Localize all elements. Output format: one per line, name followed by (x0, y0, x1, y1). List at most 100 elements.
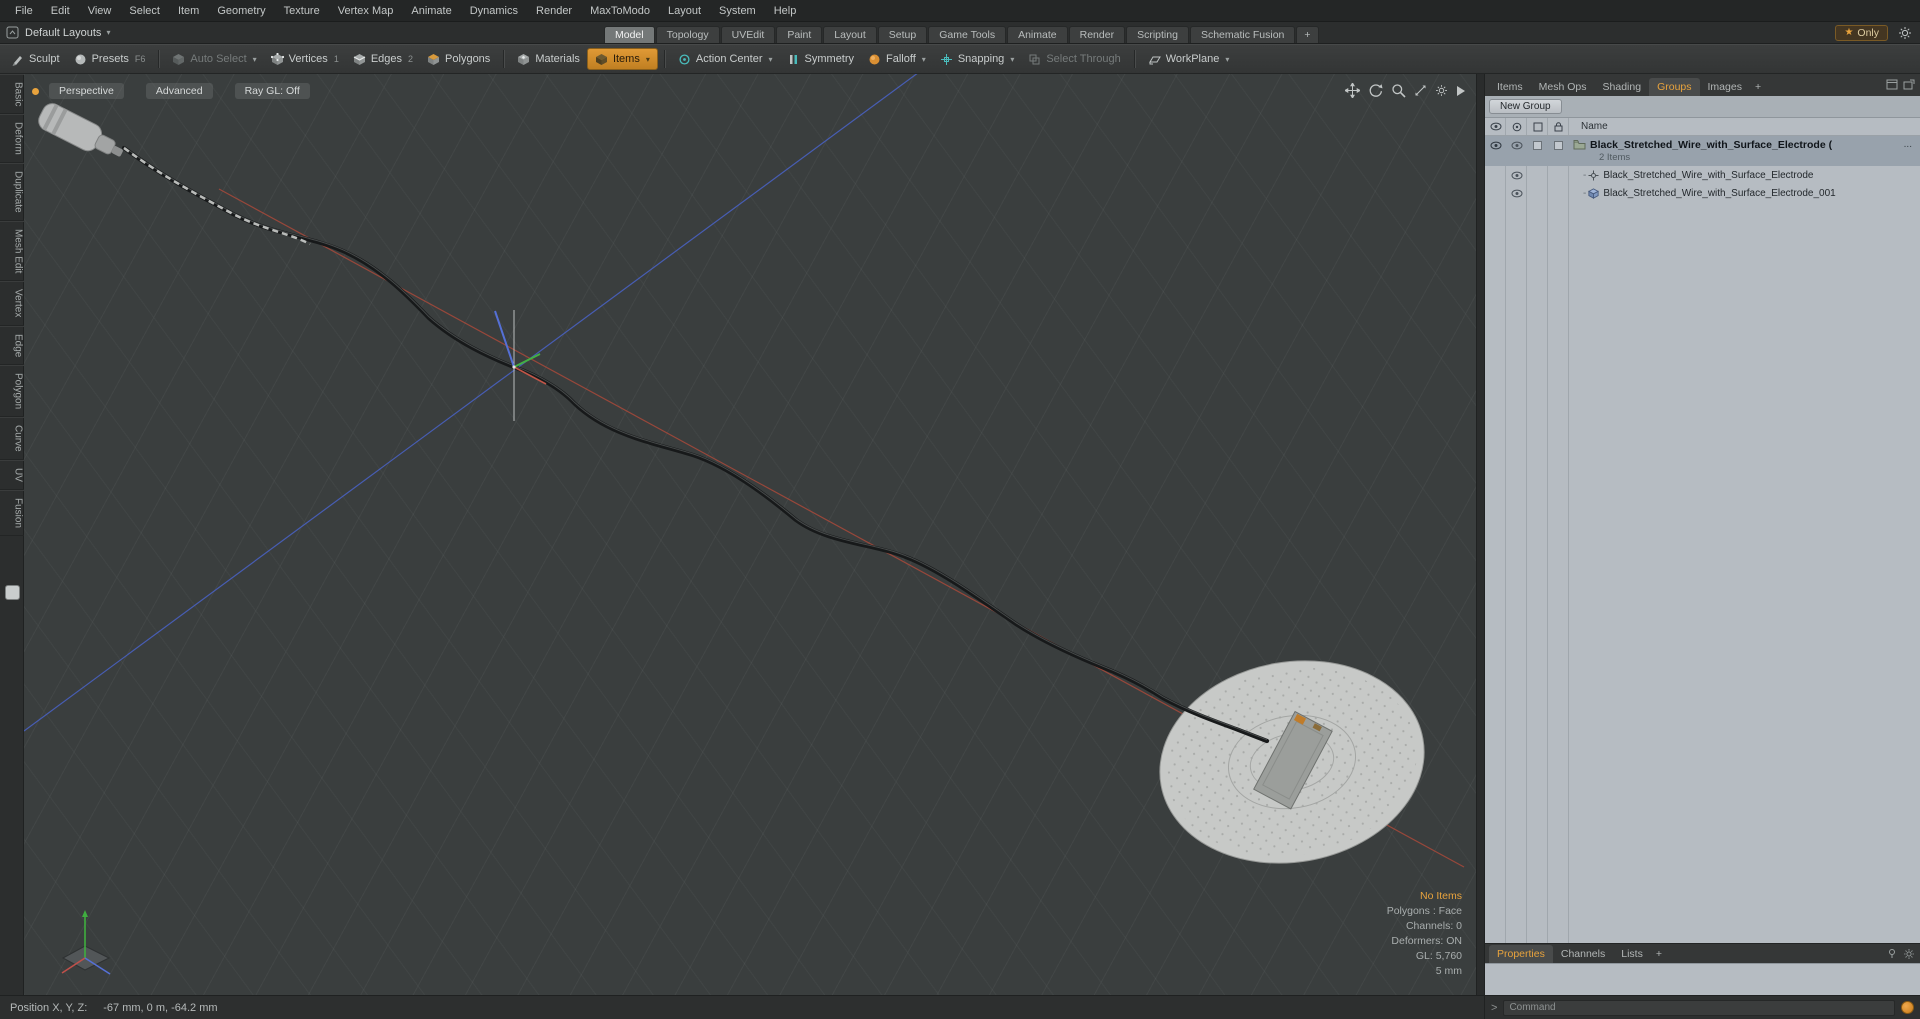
left-tab-curve[interactable]: Curve (0, 417, 24, 460)
layout-preset-dropdown[interactable]: Default Layouts ▾ (25, 27, 110, 39)
tab-uvedit[interactable]: UVEdit (720, 26, 776, 43)
materials-mode-button[interactable]: Materials (510, 48, 587, 70)
presets-button[interactable]: Presets F6 (67, 48, 153, 70)
falloff-button[interactable]: Falloff ▾ (861, 48, 933, 70)
raygl-toggle-button[interactable]: Ray GL: Off (234, 83, 310, 99)
left-tab-polygon[interactable]: Polygon (0, 365, 24, 418)
snapping-button[interactable]: Snapping ▾ (933, 48, 1022, 70)
menu-animate[interactable]: Animate (402, 5, 460, 17)
tab-lists[interactable]: Lists (1613, 945, 1651, 963)
perspective-view-button[interactable]: Perspective (49, 83, 124, 99)
auto-select-button[interactable]: Auto Select ▾ (165, 48, 263, 70)
layout-switch-icon[interactable] (6, 26, 19, 39)
tab-model[interactable]: Model (604, 26, 655, 43)
zoom-tool-icon[interactable] (1391, 83, 1406, 98)
menu-help[interactable]: Help (765, 5, 806, 17)
tab-groups[interactable]: Groups (1649, 78, 1700, 96)
visibility-eye-icon[interactable] (1511, 189, 1523, 198)
left-tab-vertex[interactable]: Vertex (0, 281, 24, 326)
items-mode-button[interactable]: Items ▾ (586, 48, 658, 70)
left-tab-fusion[interactable]: Fusion (0, 489, 24, 536)
settings-gear-icon[interactable] (1898, 26, 1912, 40)
groups-list[interactable]: Name Black_Stretched_Wire_with_Surface_E… (1485, 118, 1920, 943)
tab-shading[interactable]: Shading (1595, 78, 1650, 96)
menu-texture[interactable]: Texture (275, 5, 329, 17)
group-row-wire-item[interactable]: - Black_Stretched_Wire_with_Surface_Elec… (1485, 166, 1920, 184)
menu-layout[interactable]: Layout (659, 5, 710, 17)
maximize-viewport-icon[interactable] (1414, 84, 1427, 97)
tab-channels[interactable]: Channels (1553, 945, 1613, 963)
tab-schematic-fusion[interactable]: Schematic Fusion (1189, 26, 1296, 43)
group-row-wire-item-001[interactable]: - Black_Stretched_Wire_with_Surface_Elec… (1485, 184, 1920, 202)
menu-maxtomodo[interactable]: MaxToModo (581, 5, 659, 17)
pan-tool-icon[interactable] (1345, 83, 1360, 98)
visibility-eye-icon[interactable] (1490, 141, 1502, 150)
menu-render[interactable]: Render (527, 5, 581, 17)
viewport-options-gear-icon[interactable] (1435, 84, 1448, 97)
menu-file[interactable]: File (6, 5, 42, 17)
lock-toggle-icon[interactable] (1554, 121, 1563, 132)
only-toggle-button[interactable]: ★ Only (1835, 24, 1888, 41)
visibility-eye-icon[interactable] (1490, 122, 1502, 131)
sculpt-button[interactable]: Sculpt (4, 48, 67, 70)
menu-vertex-map[interactable]: Vertex Map (329, 5, 403, 17)
menu-item[interactable]: Item (169, 5, 208, 17)
wire-connector-plug[interactable] (35, 100, 128, 166)
add-panel-tab-button[interactable]: + (1651, 945, 1667, 963)
select-through-button[interactable]: Select Through (1021, 48, 1127, 70)
add-tab-button[interactable]: + (1296, 26, 1319, 43)
symmetry-button[interactable]: Symmetry (780, 48, 862, 70)
toggle-checkbox[interactable] (1554, 140, 1563, 150)
menu-system[interactable]: System (710, 5, 765, 17)
menu-select[interactable]: Select (120, 5, 169, 17)
tab-scripting[interactable]: Scripting (1126, 26, 1189, 43)
command-history-button[interactable] (1901, 1001, 1914, 1014)
panel-gear-icon[interactable] (1903, 948, 1915, 960)
viewport-play-icon[interactable] (1456, 85, 1466, 97)
action-center-button[interactable]: Action Center ▾ (671, 48, 780, 70)
shading-mode-button[interactable]: Advanced (145, 83, 213, 99)
group-row-electrode-group[interactable]: Black_Stretched_Wire_with_Surface_Electr… (1485, 136, 1920, 166)
tab-layout[interactable]: Layout (823, 26, 877, 43)
pin-panel-icon[interactable] (1886, 948, 1898, 959)
new-group-button[interactable]: New Group (1489, 99, 1562, 114)
tab-game-tools[interactable]: Game Tools (928, 26, 1007, 43)
electrode-patch[interactable] (1144, 640, 1441, 883)
viewport-menu-dot[interactable] (32, 87, 39, 95)
command-input[interactable] (1503, 999, 1895, 1016)
tab-items[interactable]: Items (1489, 78, 1531, 96)
expand-panel-icon[interactable] (1886, 79, 1898, 90)
menu-dynamics[interactable]: Dynamics (461, 5, 527, 17)
viewport-3d[interactable]: Perspective Advanced Ray GL: Off No Item… (24, 74, 1476, 995)
panel-divider[interactable] (1476, 74, 1484, 995)
visibility-eye-icon[interactable] (1511, 171, 1523, 180)
render-eye-icon[interactable] (1511, 141, 1523, 150)
render-toggle-icon[interactable] (1512, 122, 1522, 132)
popout-panel-icon[interactable] (1903, 79, 1915, 90)
polygons-mode-button[interactable]: Polygons (420, 48, 497, 70)
tab-paint[interactable]: Paint (776, 26, 823, 43)
tab-images[interactable]: Images (1700, 78, 1750, 96)
left-tab-basic[interactable]: Basic (0, 74, 24, 115)
left-tab-mesh-edit[interactable]: Mesh Edit (0, 220, 24, 282)
left-tab-deform[interactable]: Deform (0, 114, 24, 164)
popover-palette-handle[interactable] (5, 585, 20, 600)
toggle-checkbox[interactable] (1533, 140, 1542, 150)
tab-animate[interactable]: Animate (1007, 26, 1068, 43)
tab-topology[interactable]: Topology (655, 26, 720, 43)
menu-edit[interactable]: Edit (42, 5, 79, 17)
left-tab-uv[interactable]: UV (0, 459, 24, 490)
select-toggle-icon[interactable] (1533, 122, 1543, 132)
workplane-button[interactable]: WorkPlane ▾ (1141, 48, 1237, 70)
name-column-header[interactable]: Name (1581, 121, 1608, 132)
tab-properties[interactable]: Properties (1489, 944, 1553, 963)
orbit-tool-icon[interactable] (1368, 83, 1383, 98)
vertices-mode-button[interactable]: Vertices 1 (264, 48, 346, 70)
left-tab-duplicate[interactable]: Duplicate (0, 163, 24, 221)
tab-render[interactable]: Render (1068, 26, 1126, 43)
left-tab-edge[interactable]: Edge (0, 325, 24, 366)
edges-mode-button[interactable]: Edges 2 (346, 48, 420, 70)
tab-setup[interactable]: Setup (877, 26, 928, 43)
menu-view[interactable]: View (79, 5, 121, 17)
tab-mesh-ops[interactable]: Mesh Ops (1531, 78, 1595, 96)
